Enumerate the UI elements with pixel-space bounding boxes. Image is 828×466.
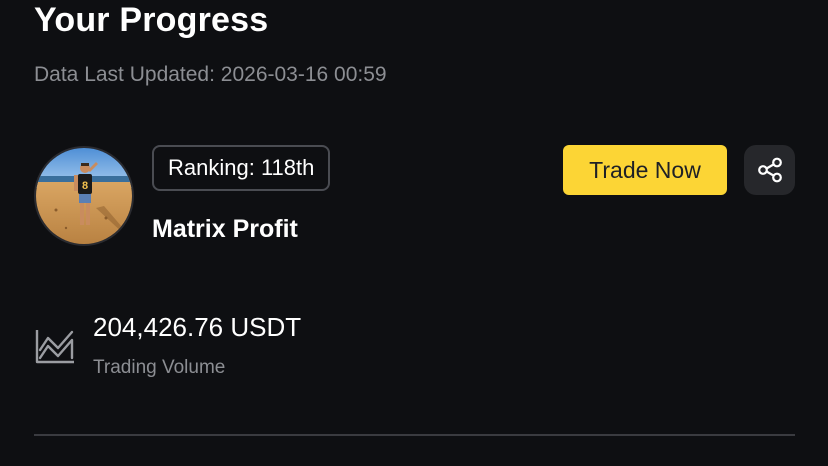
username: Matrix Profit [152,215,298,243]
svg-text:8: 8 [82,180,88,192]
trade-now-button[interactable]: Trade Now [563,145,727,195]
trading-volume-label: Trading Volume [93,357,226,378]
trading-chart-icon [35,330,74,364]
avatar[interactable]: 8 [34,146,134,246]
last-updated-text: Data Last Updated: 2026-03-16 00:59 [34,63,387,86]
share-icon [757,157,782,183]
share-button[interactable] [744,145,795,195]
trading-volume-value: 204,426.76 USDT [93,312,302,342]
ranking-badge: Ranking: 118th [152,145,331,191]
page-title: Your Progress [34,1,269,39]
progress-panel: Your Progress Data Last Updated: 2026-03… [0,0,828,466]
divider [34,434,795,436]
avatar-photo: 8 [36,148,132,244]
